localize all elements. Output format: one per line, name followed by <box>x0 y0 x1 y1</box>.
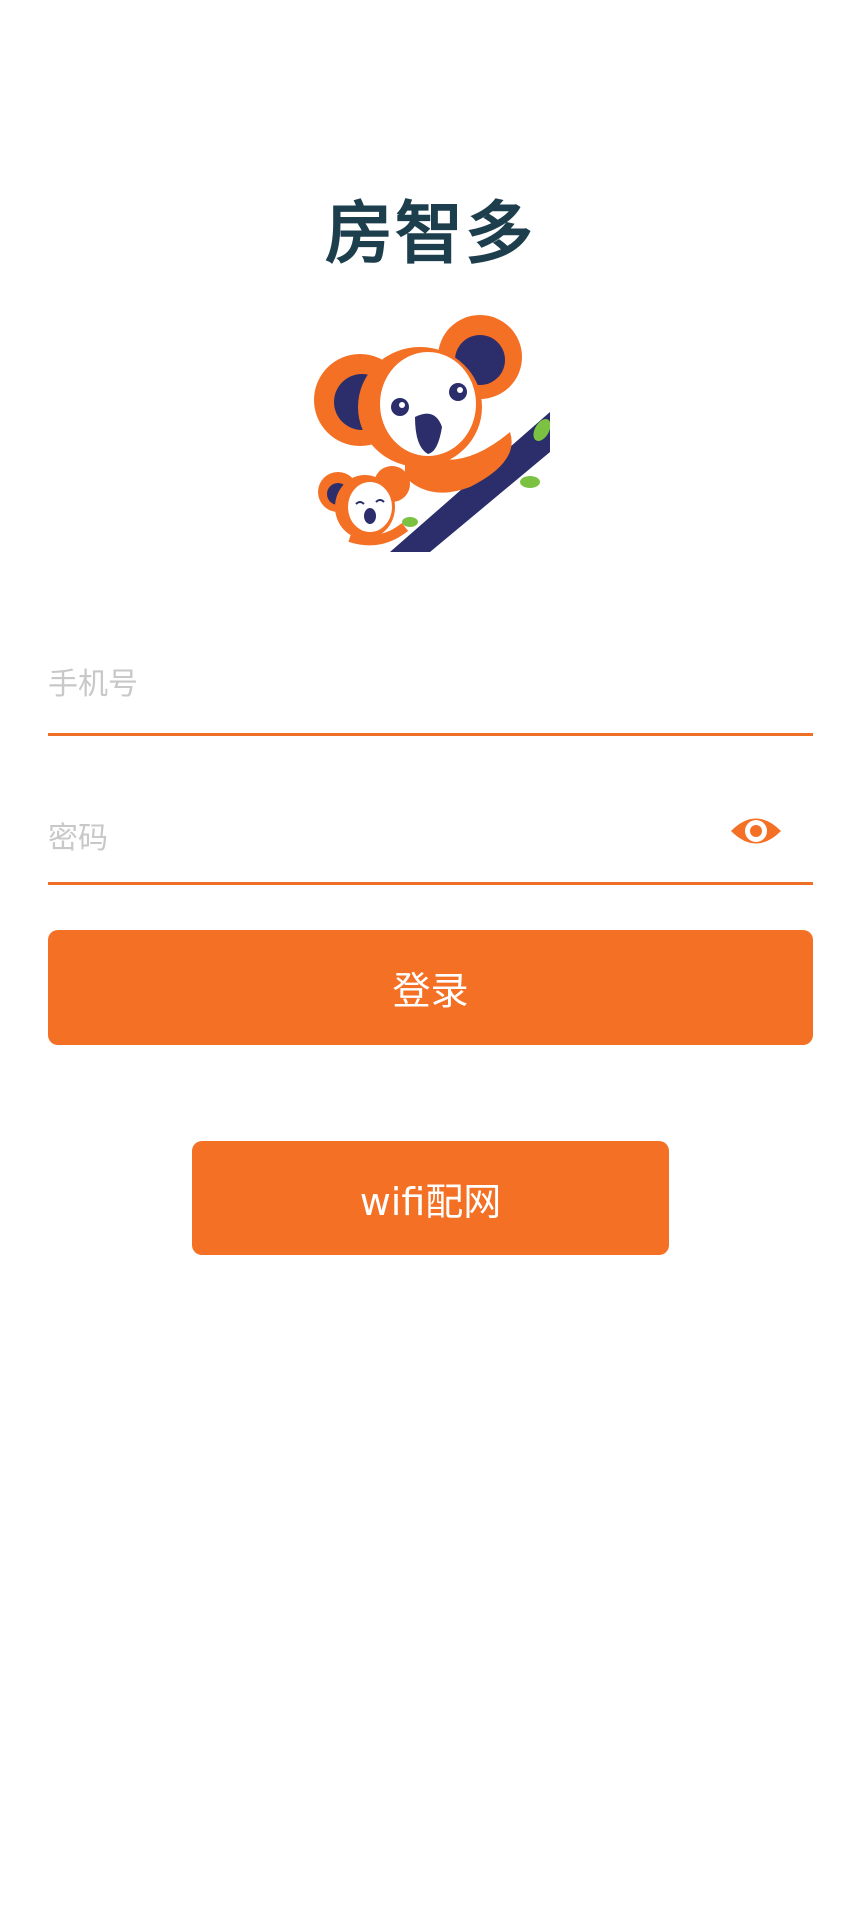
login-button-label: 登录 <box>392 969 469 1013</box>
password-input[interactable] <box>48 808 708 868</box>
password-field <box>48 800 813 885</box>
app-title: 房智多 <box>324 195 535 274</box>
eye-icon[interactable] <box>729 804 783 858</box>
wifi-config-button-label: wifi配网 <box>359 1179 502 1224</box>
login-button[interactable]: 登录 <box>48 930 813 1045</box>
phone-field <box>48 650 813 736</box>
koala-logo-icon <box>314 315 550 552</box>
wifi-config-button[interactable]: wifi配网 <box>192 1141 669 1255</box>
phone-input[interactable] <box>48 656 813 712</box>
